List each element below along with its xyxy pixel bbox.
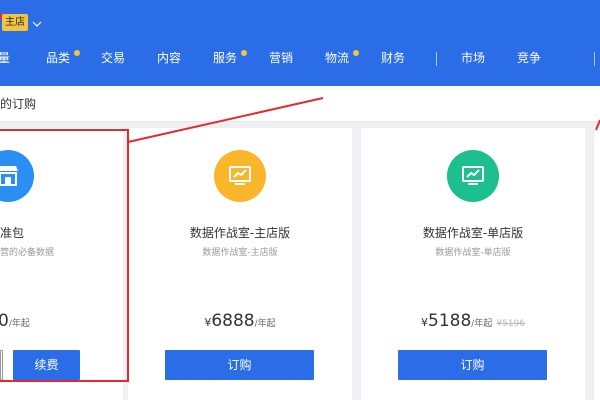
nav-item-competition[interactable]: 竞争: [517, 46, 541, 70]
card-title: 数据作战室-主店版: [189, 226, 291, 240]
top-header: 主店 量 品类 交易 内容 服务 营销 物流 财务 市场 竞争: [0, 0, 600, 86]
nav-badge-dot: [353, 50, 359, 56]
price-currency: ¥: [421, 316, 429, 329]
price-unit: /年起: [254, 319, 276, 329]
price-number: 6888: [211, 311, 255, 331]
price-unit: /年起: [471, 319, 493, 329]
store-tag[interactable]: 主店: [2, 14, 28, 31]
product-card-single-store: 数据作战室-单店版 数据作战室-单店版 ¥5188/年起 ¥5196 订购: [361, 128, 585, 400]
order-button[interactable]: 订购: [398, 350, 547, 380]
annotation-highlight-box: [0, 129, 129, 382]
product-card-main-store: 数据作战室-主店版 数据作战室-主店版 ¥6888/年起 订购: [128, 128, 352, 400]
nav-item-content[interactable]: 内容: [157, 46, 181, 70]
order-button[interactable]: 订购: [165, 350, 314, 380]
nav-item-finance[interactable]: 财务: [381, 46, 405, 70]
card-subtitle: 数据作战室-主店版: [202, 248, 278, 258]
main-nav: 量 品类 交易 内容 服务 营销 物流 财务 市场 竞争: [0, 46, 600, 70]
card-price: ¥5188/年起 ¥5196: [361, 311, 585, 331]
card-title: 数据作战室-单店版: [422, 226, 524, 240]
card-subtitle: 数据作战室-单店版: [435, 248, 511, 258]
chart-monitor-icon: [447, 150, 499, 202]
chart-monitor-icon: [214, 150, 266, 202]
nav-item-logistics[interactable]: 物流: [325, 46, 349, 70]
nav-item-category[interactable]: 品类: [46, 46, 70, 70]
nav-badge-dot: [241, 50, 247, 56]
page-title: 的订购: [0, 97, 37, 111]
product-card-partial: [594, 128, 600, 400]
sub-header-bar: 的订购: [0, 86, 600, 122]
nav-item-trade[interactable]: 交易: [101, 46, 125, 70]
nav-item-marketing[interactable]: 营销: [269, 46, 293, 70]
nav-divider: [594, 52, 595, 66]
nav-item-liang[interactable]: 量: [0, 46, 10, 70]
nav-item-market[interactable]: 市场: [461, 46, 485, 70]
nav-item-service[interactable]: 服务: [213, 46, 237, 70]
price-number: 5188: [428, 311, 472, 331]
original-price: ¥5196: [496, 319, 525, 329]
nav-badge-dot: [74, 50, 80, 56]
card-price: ¥6888/年起: [128, 311, 352, 331]
nav-divider: [436, 52, 437, 66]
chevron-down-icon[interactable]: [31, 15, 43, 27]
